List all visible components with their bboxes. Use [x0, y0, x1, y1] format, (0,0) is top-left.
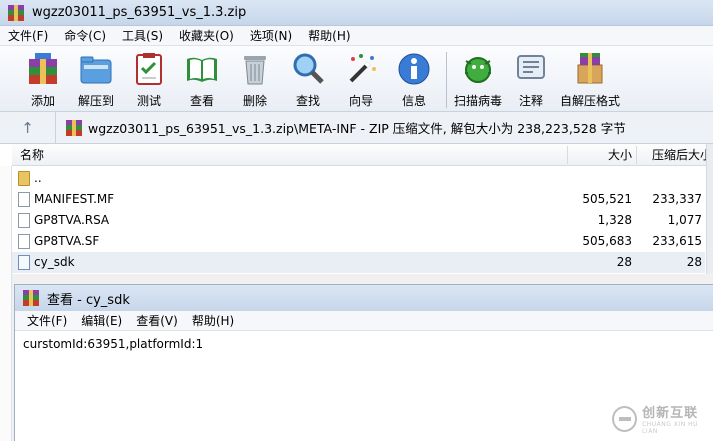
extract-folder-icon	[77, 50, 115, 88]
sfx-button[interactable]: 自解压格式	[560, 50, 621, 109]
address-bar: ↑ wgzz03011_ps_63951_vs_1.3.zip\META-INF…	[0, 111, 713, 144]
column-header-size[interactable]: 大小	[572, 144, 632, 166]
magnifier-icon	[289, 50, 327, 88]
view-book-icon	[183, 50, 221, 88]
column-divider	[636, 146, 637, 164]
viewer-menu-view[interactable]: 查看(V)	[136, 312, 178, 329]
archive-icon	[66, 119, 82, 136]
view-button-label: 查看	[189, 94, 214, 108]
sfx-box-icon	[571, 50, 609, 88]
comment-button-label: 注释	[518, 94, 543, 108]
main-menubar: 文件(F) 命令(C) 工具(S) 收藏夹(O) 选项(N) 帮助(H)	[0, 26, 713, 46]
wizard-wand-icon	[342, 50, 380, 88]
sfx-button-label: 自解压格式	[560, 94, 621, 108]
folder-icon	[18, 171, 30, 186]
viewer-window: 查看 - cy_sdk 文件(F) 编辑(E) 查看(V) 帮助(H) curs…	[14, 284, 713, 441]
file-size: 505,683	[582, 234, 632, 248]
extract-to-button-label: 解压到	[77, 94, 114, 108]
file-name: GP8TVA.SF	[34, 234, 100, 248]
info-icon	[395, 50, 433, 88]
add-books-icon	[24, 50, 62, 88]
info-button[interactable]: 信息	[391, 50, 437, 109]
wizard-button-label: 向导	[348, 94, 373, 108]
virus-scan-icon	[459, 50, 497, 88]
file-list-scrollbar[interactable]	[706, 144, 713, 274]
file-icon	[18, 213, 30, 228]
up-arrow-icon: ↑	[21, 118, 34, 137]
column-header-name[interactable]: 名称	[20, 144, 44, 166]
find-button-label: 查找	[295, 94, 320, 108]
column-header-packed[interactable]: 压缩后大小	[642, 144, 712, 166]
main-toolbar: 添加 解压到 测试 查看 删除 查找 向导 信息 扫描病毒 注释 自解压格式	[0, 46, 713, 112]
file-size: 28	[616, 255, 632, 269]
virus-scan-button[interactable]: 扫描病毒	[454, 50, 503, 109]
file-icon	[18, 234, 30, 249]
viewer-title: 查看 - cy_sdk	[47, 292, 130, 308]
file-icon	[18, 255, 30, 270]
file-row[interactable]: GP8TVA.SF 505,683 233,615	[12, 231, 705, 252]
menu-help[interactable]: 帮助(H)	[308, 27, 350, 44]
wizard-button[interactable]: 向导	[338, 50, 384, 109]
watermark-text-cn: 创新互联	[642, 406, 699, 421]
column-divider	[567, 146, 568, 164]
viewer-menu-help[interactable]: 帮助(H)	[192, 312, 234, 329]
file-list-header: 名称 大小 压缩后大小	[12, 144, 713, 166]
extract-to-button[interactable]: 解压到	[73, 50, 119, 109]
delete-button[interactable]: 删除	[232, 50, 278, 109]
file-list: 名称 大小 压缩后大小 .. MANIFEST.MF 505,521 233,3…	[0, 144, 713, 274]
test-clipboard-icon	[130, 50, 168, 88]
test-button-label: 测试	[136, 94, 161, 108]
file-name: ..	[34, 171, 42, 185]
virus-scan-button-label: 扫描病毒	[454, 94, 503, 108]
comment-button[interactable]: 注释	[508, 50, 554, 109]
viewer-menubar: 文件(F) 编辑(E) 查看(V) 帮助(H)	[15, 311, 713, 331]
file-packed-size: 1,077	[667, 213, 702, 227]
menu-favorites[interactable]: 收藏夹(O)	[179, 27, 234, 44]
address-path[interactable]: wgzz03011_ps_63951_vs_1.3.zip\META-INF -…	[56, 118, 626, 137]
file-name: cy_sdk	[34, 255, 75, 269]
address-path-text: wgzz03011_ps_63951_vs_1.3.zip\META-INF -…	[88, 121, 626, 136]
file-icon	[18, 192, 30, 207]
file-name: MANIFEST.MF	[34, 192, 115, 206]
up-folder-button[interactable]: ↑	[0, 111, 56, 144]
left-panel-edge	[0, 166, 12, 441]
menu-tools[interactable]: 工具(S)	[122, 27, 163, 44]
file-row[interactable]: GP8TVA.RSA 1,328 1,077	[12, 210, 705, 231]
winrar-app-icon	[8, 4, 24, 21]
add-button[interactable]: 添加	[20, 50, 66, 109]
menu-options[interactable]: 选项(N)	[250, 27, 292, 44]
file-row[interactable]: MANIFEST.MF 505,521 233,337	[12, 189, 705, 210]
watermark-mark-icon	[612, 405, 638, 432]
add-button-label: 添加	[30, 94, 55, 108]
window-titlebar: wgzz03011_ps_63951_vs_1.3.zip	[0, 0, 713, 26]
trash-icon	[236, 50, 274, 88]
viewer-menu-edit[interactable]: 编辑(E)	[81, 312, 122, 329]
file-size: 1,328	[597, 213, 632, 227]
comment-icon	[512, 50, 550, 88]
window-title: wgzz03011_ps_63951_vs_1.3.zip	[32, 5, 247, 20]
watermark-logo: 创新互联 CHUANG XIN HU LIAN	[612, 402, 713, 435]
test-button[interactable]: 测试	[126, 50, 172, 109]
find-button[interactable]: 查找	[285, 50, 331, 109]
winrar-app-icon	[23, 290, 39, 306]
menu-file[interactable]: 文件(F)	[8, 27, 48, 44]
watermark-text-en: CHUANG XIN HU LIAN	[642, 421, 698, 435]
viewer-text-content[interactable]: curstomId:63951,platformId:1	[23, 337, 203, 351]
file-row-parent[interactable]: ..	[12, 168, 705, 189]
viewer-titlebar: 查看 - cy_sdk	[15, 285, 713, 311]
info-button-label: 信息	[401, 94, 426, 108]
delete-button-label: 删除	[242, 94, 267, 108]
file-name: GP8TVA.RSA	[34, 213, 110, 227]
file-packed-size: 233,337	[652, 192, 702, 206]
file-packed-size: 233,615	[652, 234, 702, 248]
viewer-menu-file[interactable]: 文件(F)	[27, 312, 67, 329]
file-packed-size: 28	[686, 255, 702, 269]
view-button[interactable]: 查看	[179, 50, 225, 109]
menu-command[interactable]: 命令(C)	[64, 27, 106, 44]
toolbar-separator	[446, 52, 447, 108]
file-size: 505,521	[582, 192, 632, 206]
file-row-selected[interactable]: cy_sdk 28 28	[12, 252, 705, 273]
